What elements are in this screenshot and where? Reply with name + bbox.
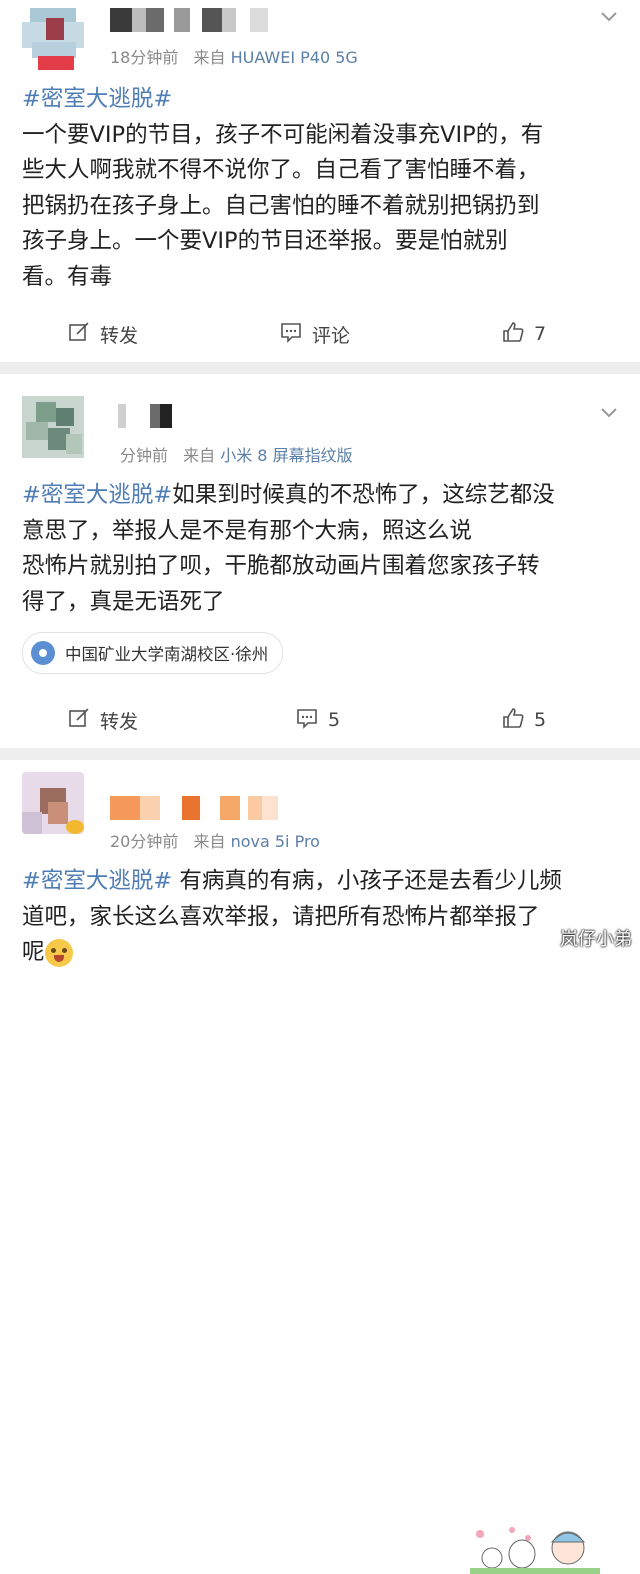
scared-face-icon: [44, 938, 73, 967]
comment-button[interactable]: 5: [296, 700, 340, 740]
username-redacted[interactable]: [110, 796, 278, 820]
repost-label: 转发: [100, 324, 139, 347]
post-3: 20分钟前 来自 nova 5i Pro #密室大逃脱# 有病真的有病，小孩子还…: [0, 760, 640, 1574]
post-text-line: 孩子身上。一个要VIP的节目还举报。要是怕就别: [22, 228, 508, 254]
avatar[interactable]: [22, 8, 84, 70]
decorative-sticker: [470, 1527, 600, 1574]
location-label: 中国矿业大学南湖校区·徐州: [65, 645, 269, 664]
chevron-down-icon[interactable]: [600, 8, 618, 26]
avatar[interactable]: [22, 772, 84, 834]
post-text-line: 有病真的有病，小孩子还是去看少儿频: [172, 868, 562, 894]
action-bar: 转发 5 5: [0, 700, 640, 740]
edit-share-icon: [68, 321, 90, 348]
thumbs-up-icon: [502, 707, 524, 734]
post-text-line: 呢: [22, 939, 45, 965]
post-text-line: 意思了，举报人是不是有那个大病，照这么说: [22, 517, 473, 544]
comment-icon: [280, 321, 302, 348]
post-text-line: 看。有毒: [22, 263, 113, 290]
username-redacted[interactable]: [118, 404, 172, 428]
thumbs-up-icon: [502, 321, 524, 348]
post-time: 20分钟前: [110, 832, 179, 851]
like-button[interactable]: 7: [502, 314, 546, 354]
location-pin-icon: [31, 641, 55, 665]
post-2: 分钟前 来自 小米 8 屏幕指纹版 #密室大逃脱#如果到时候真的不恐怖了，这综艺…: [0, 374, 640, 748]
post-text-line: 把锅扔在孩子身上。自己害怕的睡不着就别把锅扔到: [22, 192, 540, 219]
hashtag-link[interactable]: #密室大逃脱#: [22, 868, 172, 894]
post-body: #密室大逃脱#如果到时候真的不恐怖了，这综艺都没 意思了，举报人是不是有那个大病…: [22, 478, 618, 620]
like-count: 7: [534, 323, 547, 345]
from-label: 来自: [193, 832, 226, 851]
post-source[interactable]: HUAWEI P40 5G: [231, 48, 358, 67]
action-bar: 转发 评论 7: [0, 314, 640, 354]
post-text-line: 道吧，家长这么喜欢举报，请把所有恐怖片都举报了: [22, 903, 540, 930]
post-meta: 分钟前 来自 小米 8 屏幕指纹版: [120, 442, 353, 466]
repost-button[interactable]: 转发: [68, 700, 138, 740]
post-text-line: 得了，真是无语死了: [22, 588, 225, 615]
post-source[interactable]: nova 5i Pro: [231, 832, 320, 851]
chevron-down-icon[interactable]: [600, 404, 618, 422]
post-text-line: 如果到时候真的不恐怖了，这综艺都没: [172, 482, 555, 508]
hashtag-link[interactable]: #密室大逃脱#: [22, 86, 172, 112]
post-text-line: 一个要VIP的节目，孩子不可能闲着没事充VIP的，有: [22, 121, 544, 148]
like-button[interactable]: 5: [502, 700, 546, 740]
username-redacted[interactable]: [110, 8, 268, 32]
post-time: 18分钟前: [110, 48, 179, 67]
separator: [0, 748, 640, 760]
comment-count: 5: [328, 709, 341, 731]
post-body: #密室大逃脱# 一个要VIP的节目，孩子不可能闲着没事充VIP的，有 些大人啊我…: [22, 82, 618, 295]
location-tag[interactable]: 中国矿业大学南湖校区·徐州: [22, 632, 284, 674]
avatar[interactable]: [22, 396, 84, 458]
like-count: 5: [534, 709, 547, 731]
repost-button[interactable]: 转发: [68, 314, 138, 354]
comment-icon: [296, 707, 318, 734]
repost-label: 转发: [100, 710, 139, 733]
comment-label: 评论: [312, 324, 351, 347]
comment-button[interactable]: 评论: [280, 314, 350, 354]
from-label: 来自: [183, 446, 216, 465]
post-meta: 20分钟前 来自 nova 5i Pro: [110, 828, 320, 852]
post-text-line: 恐怖片就别拍了呗，干脆都放动画片围着您家孩子转: [22, 553, 540, 579]
post-meta: 18分钟前 来自 HUAWEI P40 5G: [110, 44, 358, 68]
post-source[interactable]: 小米 8 屏幕指纹版: [220, 446, 352, 465]
post-body: #密室大逃脱# 有病真的有病，小孩子还是去看少儿频 道吧，家长这么喜欢举报，请把…: [22, 864, 618, 971]
edit-share-icon: [68, 707, 90, 734]
post-text-line: 些大人啊我就不得不说你了。自己看了害怕睡不着，: [22, 157, 540, 183]
separator: [0, 362, 640, 374]
watermark: 岚仔小弟: [560, 929, 632, 950]
post-time: 分钟前: [120, 446, 169, 465]
from-label: 来自: [193, 48, 226, 67]
post-1: 18分钟前 来自 HUAWEI P40 5G #密室大逃脱# 一个要VIP的节目…: [0, 0, 640, 360]
hashtag-link[interactable]: #密室大逃脱#: [22, 482, 172, 508]
